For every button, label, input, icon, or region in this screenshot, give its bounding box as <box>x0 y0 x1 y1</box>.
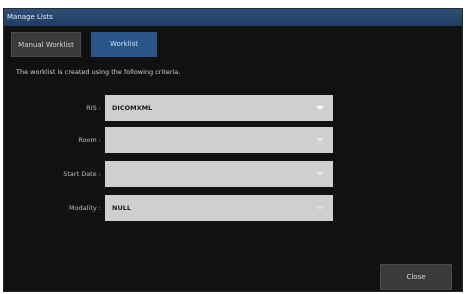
chevron-down-icon <box>316 206 324 210</box>
ris-label: RIS : <box>86 104 101 112</box>
start-date-dropdown[interactable] <box>105 161 333 187</box>
close-button[interactable]: Close <box>380 264 452 290</box>
tab-manual-worklist[interactable]: Manual Worklist <box>11 32 81 57</box>
tab-worklist[interactable]: Worklist <box>91 32 157 57</box>
ris-value: DICOMXML <box>112 104 153 112</box>
ris-row: RIS : DICOMXML <box>4 95 462 121</box>
modality-dropdown[interactable]: NULL <box>105 195 333 221</box>
room-row: Room : <box>4 127 462 153</box>
room-dropdown[interactable] <box>105 127 333 153</box>
modality-label: Modality : <box>69 204 101 212</box>
chevron-down-icon <box>316 172 324 176</box>
chevron-down-icon <box>316 138 324 142</box>
start-date-row: Start Date : <box>4 161 462 187</box>
start-date-label: Start Date : <box>63 170 101 178</box>
room-label: Room : <box>78 136 101 144</box>
chevron-down-icon <box>316 106 324 110</box>
manage-lists-dialog: Manage Lists Manual Worklist Worklist Th… <box>3 8 463 292</box>
modality-row: Modality : NULL <box>4 195 462 221</box>
criteria-description: The worklist is created using the follow… <box>16 68 181 76</box>
ris-dropdown[interactable]: DICOMXML <box>105 95 333 121</box>
dialog-title: Manage Lists <box>4 9 462 26</box>
modality-value: NULL <box>112 204 132 212</box>
